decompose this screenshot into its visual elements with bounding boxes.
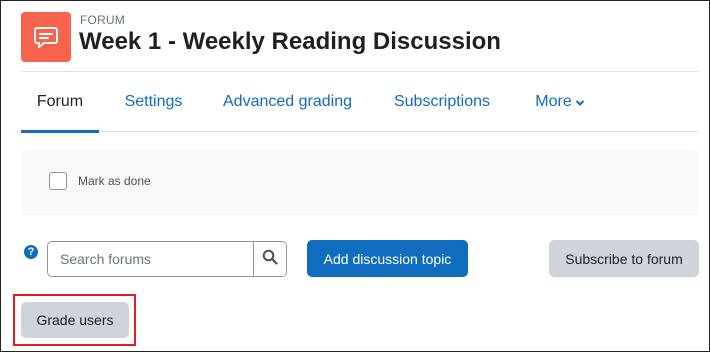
tab-forum[interactable]: Forum bbox=[21, 72, 99, 133]
search-button[interactable] bbox=[253, 242, 286, 276]
tab-settings-label: Settings bbox=[124, 93, 183, 110]
forum-page: FORUM Week 1 - Weekly Reading Discussion… bbox=[0, 0, 710, 352]
activity-type-label: FORUM bbox=[80, 13, 125, 27]
page-title: Week 1 - Weekly Reading Discussion bbox=[79, 28, 501, 55]
tab-settings[interactable]: Settings bbox=[116, 72, 191, 132]
chevron-down-icon bbox=[575, 94, 585, 112]
tab-forum-label: Forum bbox=[36, 93, 84, 110]
tab-advanced-grading-label: Advanced grading bbox=[223, 93, 352, 110]
add-discussion-topic-button[interactable]: Add discussion topic bbox=[307, 240, 468, 277]
search-icon bbox=[262, 249, 278, 270]
search-forums-input[interactable] bbox=[48, 242, 254, 276]
mark-as-done-checkbox[interactable] bbox=[49, 172, 67, 190]
tab-subscriptions-label: Subscriptions bbox=[393, 93, 491, 110]
tab-subscriptions[interactable]: Subscriptions bbox=[387, 72, 497, 132]
forum-chat-icon bbox=[21, 12, 71, 62]
search-forums-box bbox=[47, 241, 287, 277]
activity-completion-panel: Mark as done bbox=[21, 149, 699, 215]
grade-users-button[interactable]: Grade users bbox=[21, 302, 129, 338]
tab-more[interactable]: More bbox=[525, 72, 595, 132]
mark-as-done-label: Mark as done bbox=[78, 174, 151, 188]
tab-advanced-grading[interactable]: Advanced grading bbox=[215, 72, 360, 132]
secondary-navigation: Forum Settings Advanced grading Subscrip… bbox=[21, 71, 699, 133]
help-icon[interactable]: ? bbox=[24, 245, 38, 259]
subscribe-to-forum-button[interactable]: Subscribe to forum bbox=[549, 240, 699, 277]
tab-more-label: More bbox=[535, 93, 572, 110]
